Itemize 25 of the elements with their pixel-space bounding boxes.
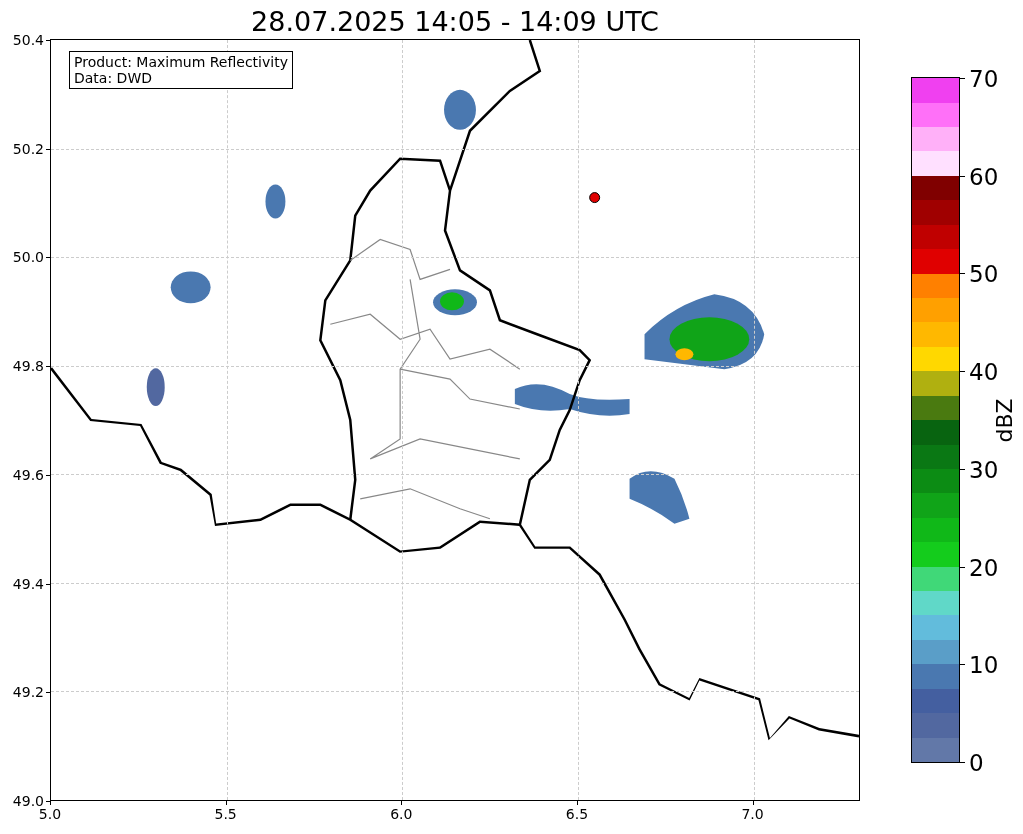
axis-tick-label: 50.2 bbox=[12, 141, 44, 156]
colorbar-tick-label: 20 bbox=[969, 556, 999, 580]
axis-tick-label: 50.4 bbox=[12, 33, 44, 47]
axis-tick-label: 6.5 bbox=[565, 807, 589, 821]
axis-tick-label: 49.8 bbox=[12, 359, 44, 374]
axis-tick-label: 49.0 bbox=[12, 794, 44, 808]
axis-tick-label: 5.0 bbox=[38, 807, 62, 821]
colorbar-tick-label: 30 bbox=[969, 458, 999, 482]
colorbar-tick-label: 0 bbox=[969, 751, 984, 775]
colorbar-label: dBZ bbox=[990, 397, 1018, 443]
colorbar-tick-label: 50 bbox=[969, 262, 999, 286]
info-text: Product: Maximum Reflectivity bbox=[74, 54, 288, 71]
info-text: Data: DWD bbox=[74, 70, 153, 87]
axis-tick-label: 5.5 bbox=[214, 807, 237, 821]
chart-title: 28.07.2025 14:05 - 14:09 UTC bbox=[251, 6, 659, 37]
colorbar-tick-label: 40 bbox=[969, 360, 999, 384]
colorbar-tick-label: 70 bbox=[969, 67, 999, 91]
colorbar-tick-label: 60 bbox=[969, 165, 999, 189]
axis-tick-label: 50.0 bbox=[12, 250, 44, 265]
axis-tick-label: 7.0 bbox=[741, 807, 764, 821]
axis-tick-label: 6.0 bbox=[390, 807, 413, 821]
axis-tick-label: 49.2 bbox=[12, 685, 44, 700]
axis-tick-label: 49.6 bbox=[12, 467, 44, 482]
axis-tick-label: 49.4 bbox=[12, 576, 44, 591]
colorbar-tick-label: 10 bbox=[969, 653, 999, 677]
